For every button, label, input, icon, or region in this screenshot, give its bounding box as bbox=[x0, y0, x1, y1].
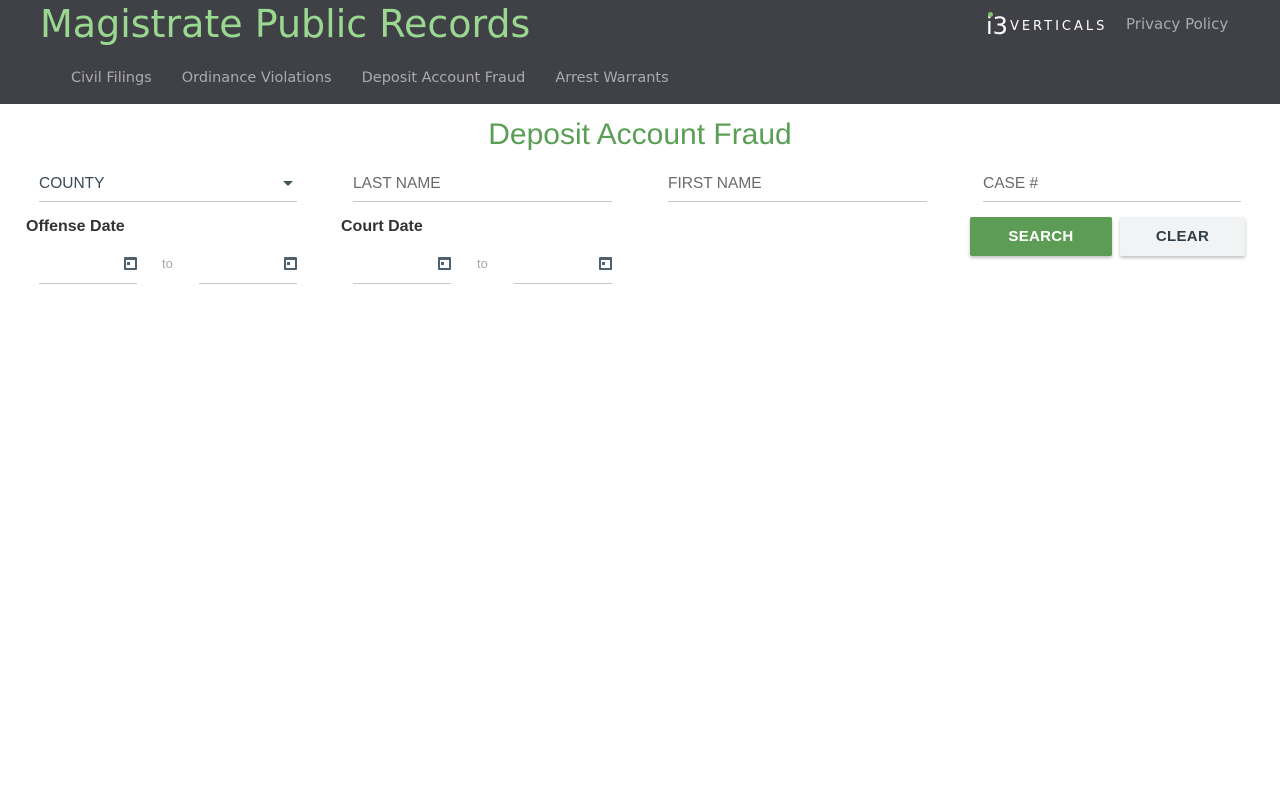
court-date-label: Court Date bbox=[341, 218, 423, 235]
county-select-label: COUNTY bbox=[39, 174, 105, 192]
main-nav: Civil Filings Ordinance Violations Depos… bbox=[56, 66, 684, 90]
first-name-field bbox=[668, 166, 927, 202]
brand-mark: i3 bbox=[986, 12, 1008, 40]
last-name-input[interactable] bbox=[353, 166, 612, 201]
nav-item-civil-filings[interactable]: Civil Filings bbox=[56, 66, 167, 90]
county-select[interactable]: COUNTY bbox=[39, 166, 297, 202]
brand-text: VERTICALS bbox=[1009, 18, 1108, 34]
nav-item-arrest-warrants[interactable]: Arrest Warrants bbox=[540, 66, 683, 90]
offense-date-from-input[interactable] bbox=[39, 248, 137, 284]
first-name-input[interactable] bbox=[668, 166, 927, 201]
court-date-to-input[interactable] bbox=[514, 248, 612, 284]
calendar-icon[interactable] bbox=[599, 257, 612, 270]
case-number-field bbox=[983, 166, 1241, 202]
i3-verticals-logo[interactable]: i3 VERTICALS bbox=[986, 12, 1108, 40]
court-date-from-input[interactable] bbox=[353, 248, 451, 284]
nav-item-ordinance-violations[interactable]: Ordinance Violations bbox=[167, 66, 347, 90]
calendar-icon[interactable] bbox=[124, 257, 137, 270]
nav-item-deposit-account-fraud[interactable]: Deposit Account Fraud bbox=[347, 66, 541, 90]
offense-date-separator: to bbox=[162, 256, 173, 271]
privacy-policy-link[interactable]: Privacy Policy bbox=[1126, 15, 1228, 33]
offense-date-to-input[interactable] bbox=[199, 248, 297, 284]
site-title[interactable]: Magistrate Public Records bbox=[40, 2, 530, 46]
clear-button[interactable]: CLEAR bbox=[1120, 217, 1245, 256]
caret-down-icon bbox=[283, 181, 293, 186]
case-number-input[interactable] bbox=[983, 166, 1241, 201]
last-name-field bbox=[353, 166, 612, 202]
court-date-separator: to bbox=[477, 256, 488, 271]
search-button[interactable]: SEARCH bbox=[970, 217, 1112, 256]
calendar-icon[interactable] bbox=[284, 257, 297, 270]
offense-date-label: Offense Date bbox=[26, 218, 125, 235]
page-title: Deposit Account Fraud bbox=[488, 118, 792, 151]
top-header: Magistrate Public Records i3 VERTICALS P… bbox=[0, 0, 1280, 104]
calendar-icon[interactable] bbox=[438, 257, 451, 270]
